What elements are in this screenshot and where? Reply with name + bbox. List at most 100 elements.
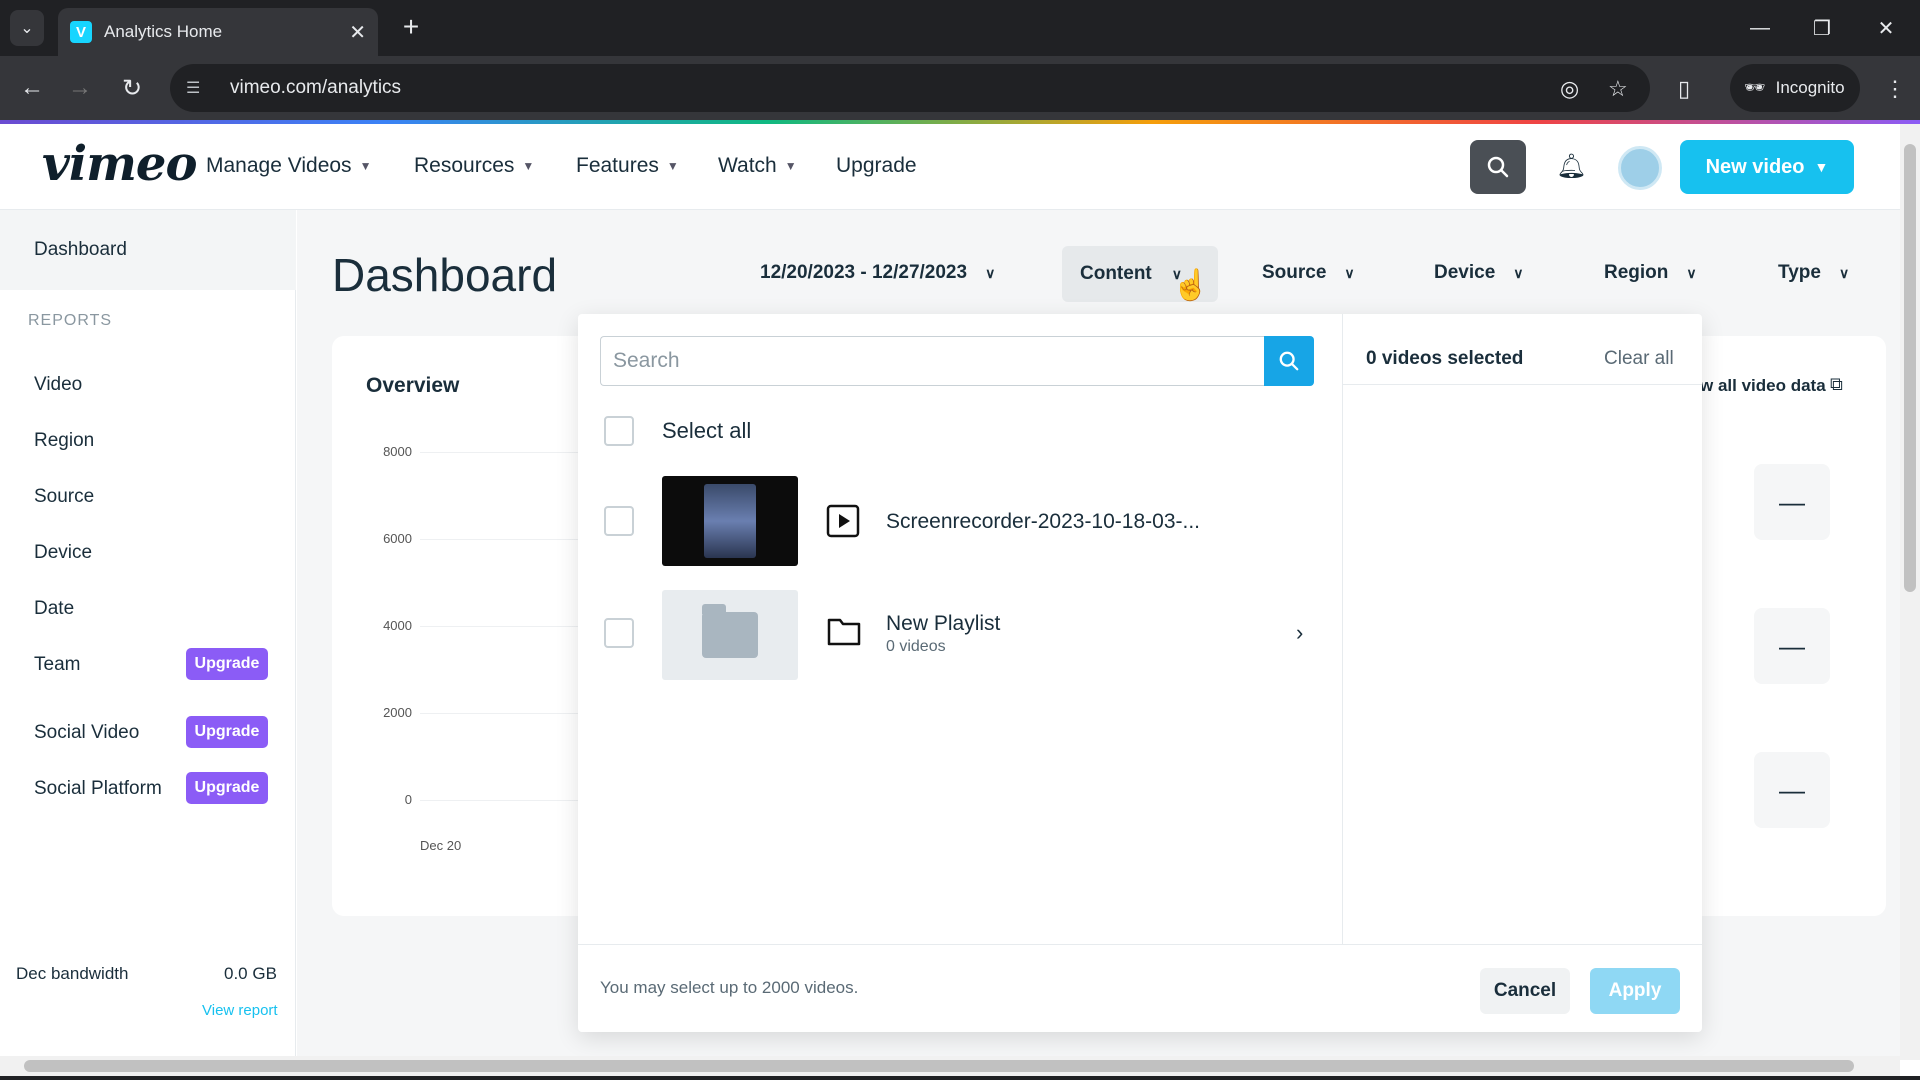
forward-arrow-icon[interactable]: →	[62, 70, 98, 106]
y-tick: 6000	[383, 531, 412, 546]
view-all-video-data-link[interactable]: w all video data	[1700, 376, 1826, 396]
metric-placeholder: —	[1754, 752, 1830, 828]
horizontal-scrollbar[interactable]	[0, 1056, 1900, 1076]
playlist-checkbox[interactable]	[604, 618, 634, 648]
avatar[interactable]	[1618, 146, 1662, 190]
chevron-down-icon: ∨	[1838, 264, 1850, 281]
chevron-down-icon: ∨	[985, 264, 996, 281]
browser-tabbar: ⌄ V Analytics Home ✕ + — ❐ ✕	[0, 0, 1920, 56]
browser-tab[interactable]: V Analytics Home ✕	[58, 8, 378, 56]
address-bar[interactable]: ☰ vimeo.com/analytics	[170, 64, 1650, 112]
sidebar-item-social-video[interactable]: Social Video	[34, 722, 139, 744]
region-filter[interactable]: Region ∨	[1604, 262, 1697, 284]
playlist-thumbnail	[662, 590, 798, 680]
divider	[1342, 384, 1702, 385]
sidebar-item-video[interactable]: Video	[34, 374, 82, 396]
apply-button[interactable]: Apply	[1590, 968, 1680, 1014]
browser-toolbar: ← → ↻ ☰ vimeo.com/analytics ◎ ☆ ▯ 🕶 Inco…	[0, 56, 1920, 120]
gridline	[420, 626, 580, 627]
social-video-upgrade-badge[interactable]: Upgrade	[186, 716, 268, 748]
restore-icon[interactable]: ❐	[1798, 10, 1846, 46]
page-title: Dashboard	[332, 249, 558, 301]
window-close-icon[interactable]: ✕	[1862, 10, 1910, 46]
date-range-filter[interactable]: 12/20/2023 - 12/27/2023 ∨	[760, 262, 995, 284]
header-search-button[interactable]	[1470, 140, 1526, 194]
side-panel-icon[interactable]: ▯	[1678, 76, 1690, 102]
chevron-down-icon: ∨	[1686, 264, 1697, 281]
chevron-down-icon: ▼	[359, 159, 372, 173]
bandwidth-value: 0.0 GB	[224, 964, 277, 983]
sidebar-item-dashboard[interactable]: Dashboard	[0, 210, 296, 290]
divider	[1342, 314, 1343, 944]
incognito-badge[interactable]: 🕶 Incognito	[1730, 64, 1860, 112]
divider	[578, 944, 1702, 945]
new-tab-plus-icon[interactable]: +	[396, 11, 426, 42]
chevron-down-icon: ▼	[784, 159, 797, 173]
select-all-checkbox[interactable]	[604, 416, 634, 446]
sidebar-item-social-platform[interactable]: Social Platform	[34, 778, 162, 800]
site-settings-icon[interactable]: ☰	[186, 78, 208, 98]
browser-menu-icon[interactable]: ⋮	[1884, 76, 1906, 102]
sidebar: Dashboard REPORTS Video Region Source De…	[0, 210, 296, 1060]
selection-limit-note: You may select up to 2000 videos.	[600, 978, 859, 997]
y-tick: 2000	[383, 705, 412, 720]
team-upgrade-badge[interactable]: Upgrade	[186, 648, 268, 680]
gridline	[420, 800, 580, 801]
clear-all-button[interactable]: Clear all	[1604, 348, 1674, 370]
incognito-icon: 🕶	[1744, 78, 1766, 97]
nav-resources[interactable]: Resources ▼	[414, 154, 534, 178]
playlist-title[interactable]: New Playlist	[886, 612, 1000, 636]
nav-upgrade[interactable]: Upgrade	[836, 154, 917, 178]
chevron-down-icon: ∨	[1344, 264, 1355, 281]
source-filter[interactable]: Source ∨	[1262, 262, 1355, 284]
nav-features[interactable]: Features ▼	[576, 154, 679, 178]
gridline	[420, 452, 580, 453]
reports-heading: REPORTS	[28, 312, 113, 329]
sidebar-item-source[interactable]: Source	[34, 486, 94, 508]
type-filter[interactable]: Type ∨	[1778, 262, 1849, 284]
eye-off-icon[interactable]: ◎	[1560, 76, 1579, 102]
external-link-icon[interactable]: ⧉	[1830, 374, 1843, 395]
select-all-label[interactable]: Select all	[662, 418, 751, 444]
chevron-down-icon: ∨	[1513, 264, 1524, 281]
vertical-scrollbar[interactable]	[1900, 124, 1920, 1060]
content-search-input[interactable]	[600, 336, 1264, 386]
sidebar-item-team[interactable]: Team	[34, 654, 80, 676]
x-tick: Dec 20	[420, 838, 462, 853]
device-filter[interactable]: Device ∨	[1434, 262, 1524, 284]
tab-title: Analytics Home	[104, 22, 223, 41]
video-checkbox[interactable]	[604, 506, 634, 536]
vimeo-logo[interactable]: vimeo	[42, 136, 197, 192]
overview-title: Overview	[366, 374, 460, 397]
search-icon	[1487, 156, 1509, 178]
nav-manage-videos[interactable]: Manage Videos ▼	[206, 154, 371, 178]
chevron-right-icon[interactable]: ›	[1296, 620, 1303, 646]
nav-watch[interactable]: Watch ▼	[718, 154, 797, 178]
minimize-icon[interactable]: —	[1736, 10, 1784, 46]
bandwidth-label: Dec bandwidth	[16, 964, 129, 983]
selected-count: 0 videos selected	[1366, 348, 1524, 369]
new-video-button[interactable]: New video ▼	[1680, 140, 1854, 194]
content-search-button[interactable]	[1264, 336, 1314, 386]
y-tick: 0	[404, 792, 412, 807]
back-arrow-icon[interactable]: ←	[14, 70, 50, 106]
metric-placeholder: —	[1754, 608, 1830, 684]
y-tick: 8000	[383, 444, 412, 459]
video-thumbnail	[662, 476, 798, 566]
video-play-icon	[826, 504, 862, 538]
mouse-pointer-icon: ☝	[1172, 269, 1210, 302]
tab-list-chevron-icon[interactable]: ⌄	[10, 10, 44, 46]
sidebar-item-region[interactable]: Region	[34, 430, 94, 452]
bookmark-star-icon[interactable]: ☆	[1608, 76, 1628, 102]
close-tab-icon[interactable]: ✕	[349, 20, 366, 45]
sidebar-item-date[interactable]: Date	[34, 598, 74, 620]
bell-icon[interactable]: 🔔︎	[1556, 152, 1586, 181]
cancel-button[interactable]: Cancel	[1480, 968, 1570, 1014]
sidebar-item-device[interactable]: Device	[34, 542, 92, 564]
folder-icon	[826, 614, 862, 648]
playlist-count: 0 videos	[886, 638, 946, 655]
video-title[interactable]: Screenrecorder-2023-10-18-03-...	[886, 510, 1200, 534]
social-platform-upgrade-badge[interactable]: Upgrade	[186, 772, 268, 804]
view-report-link[interactable]: View report	[202, 1002, 278, 1019]
reload-icon[interactable]: ↻	[114, 70, 150, 106]
